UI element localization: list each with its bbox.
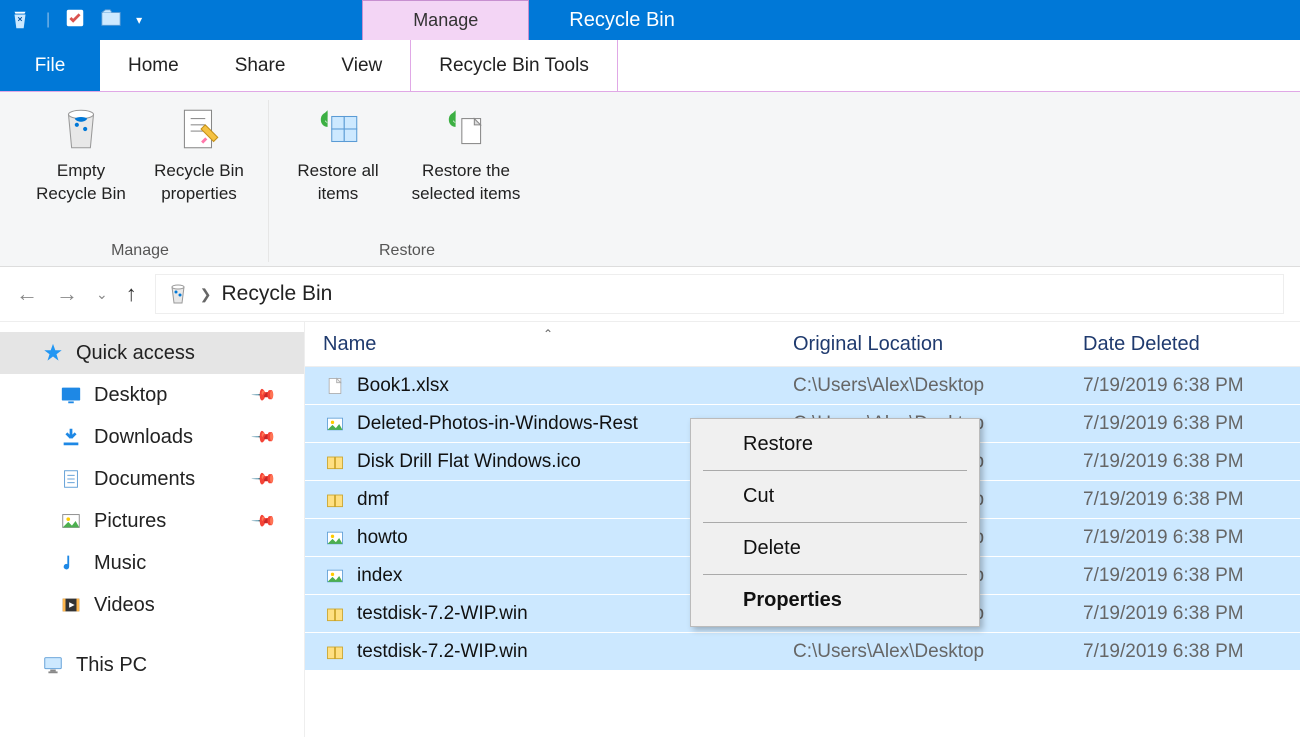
recycle-bin-icon <box>0 9 40 31</box>
pin-icon: 📌 <box>250 465 278 493</box>
file-original-location: C:\Users\Alex\Desktop <box>793 641 1083 663</box>
file-date-deleted: 7/19/2019 6:38 PM <box>1083 527 1244 549</box>
star-icon <box>42 342 64 364</box>
quick-access-toolbar: | ▾ <box>40 7 142 34</box>
sidebar-item-desktop[interactable]: Desktop 📌 <box>0 374 304 416</box>
recycle-bin-breadcrumb-icon <box>166 282 190 306</box>
sort-indicator-icon: ⌃ <box>543 327 553 341</box>
restore-selected-items-button[interactable]: Restore the selected items <box>401 100 531 240</box>
restore-all-items-button[interactable]: Restore all items <box>283 100 393 240</box>
restore-all-items-label: Restore all items <box>283 160 393 206</box>
forward-button[interactable]: → <box>56 281 78 307</box>
title-bar: | ▾ Manage Recycle Bin <box>0 0 1300 40</box>
navigation-pane: Quick access Desktop 📌 Downloads 📌 Docum… <box>0 322 305 737</box>
ribbon: Empty Recycle Bin Recycle Bin properties… <box>0 92 1300 267</box>
navigation-bar: ← → ⌄ ↑ ❯ Recycle Bin <box>0 267 1300 322</box>
documents-icon <box>60 468 82 490</box>
ribbon-group-manage-title: Manage <box>111 242 169 262</box>
downloads-icon <box>60 426 82 448</box>
sidebar-item-quick-access[interactable]: Quick access <box>0 332 304 374</box>
sidebar-music-label: Music <box>94 552 146 575</box>
qat-dropdown-icon[interactable]: ▾ <box>136 13 142 27</box>
videos-icon <box>60 594 82 616</box>
file-date-deleted: 7/19/2019 6:38 PM <box>1083 413 1244 435</box>
recycle-bin-properties-button[interactable]: Recycle Bin properties <box>144 100 254 240</box>
file-type-icon <box>323 604 347 624</box>
sidebar-item-pictures[interactable]: Pictures 📌 <box>0 500 304 542</box>
sidebar-item-downloads[interactable]: Downloads 📌 <box>0 416 304 458</box>
sidebar-quick-access-label: Quick access <box>76 342 195 365</box>
properties-qat-icon[interactable] <box>64 7 86 34</box>
file-date-deleted: 7/19/2019 6:38 PM <box>1083 375 1244 397</box>
file-name: Book1.xlsx <box>357 375 793 397</box>
music-icon <box>60 552 82 574</box>
ribbon-group-restore-title: Restore <box>379 242 435 262</box>
sidebar-videos-label: Videos <box>94 594 155 617</box>
context-menu: Restore Cut Delete Properties <box>690 418 980 627</box>
ribbon-tabs: File Home Share View Recycle Bin Tools <box>0 40 1300 92</box>
ribbon-group-restore: Restore all items Restore the selected i… <box>269 100 545 262</box>
file-type-icon <box>323 452 347 472</box>
file-date-deleted: 7/19/2019 6:38 PM <box>1083 451 1244 473</box>
empty-recycle-bin-label: Empty Recycle Bin <box>26 160 136 206</box>
context-menu-restore[interactable]: Restore <box>691 419 979 470</box>
pin-icon: 📌 <box>250 381 278 409</box>
context-menu-properties[interactable]: Properties <box>691 575 979 626</box>
tab-home[interactable]: Home <box>100 40 207 91</box>
file-type-icon <box>323 528 347 548</box>
qat-separator-icon: | <box>46 11 50 29</box>
file-date-deleted: 7/19/2019 6:38 PM <box>1083 641 1244 663</box>
column-header-original-location[interactable]: Original Location <box>793 333 1083 356</box>
restore-selected-items-label: Restore the selected items <box>401 160 531 206</box>
context-tab-header[interactable]: Manage <box>362 0 529 40</box>
up-button[interactable]: ↑ <box>126 281 137 307</box>
sidebar-pictures-label: Pictures <box>94 510 166 533</box>
pictures-icon <box>60 510 82 532</box>
sidebar-documents-label: Documents <box>94 468 195 491</box>
sidebar-desktop-label: Desktop <box>94 384 167 407</box>
column-headers: Name ⌃ Original Location Date Deleted <box>305 322 1300 367</box>
file-row[interactable]: Book1.xlsxC:\Users\Alex\Desktop7/19/2019… <box>305 367 1300 405</box>
sidebar-item-music[interactable]: Music <box>0 542 304 584</box>
back-button[interactable]: ← <box>16 281 38 307</box>
file-date-deleted: 7/19/2019 6:38 PM <box>1083 565 1244 587</box>
content-area: Quick access Desktop 📌 Downloads 📌 Docum… <box>0 322 1300 737</box>
new-folder-qat-icon[interactable] <box>100 7 122 34</box>
sidebar-item-videos[interactable]: Videos <box>0 584 304 626</box>
column-header-date-deleted[interactable]: Date Deleted <box>1083 333 1300 356</box>
context-menu-delete[interactable]: Delete <box>691 523 979 574</box>
file-date-deleted: 7/19/2019 6:38 PM <box>1083 489 1244 511</box>
breadcrumb-separator-icon: ❯ <box>200 286 212 303</box>
file-row[interactable]: testdisk-7.2-WIP.winC:\Users\Alex\Deskto… <box>305 633 1300 671</box>
tab-share[interactable]: Share <box>207 40 314 91</box>
file-type-icon <box>323 490 347 510</box>
sidebar-item-documents[interactable]: Documents 📌 <box>0 458 304 500</box>
pin-icon: 📌 <box>250 507 278 535</box>
file-date-deleted: 7/19/2019 6:38 PM <box>1083 603 1244 625</box>
desktop-icon <box>60 384 82 406</box>
pin-icon: 📌 <box>250 423 278 451</box>
tab-file[interactable]: File <box>0 40 100 91</box>
sidebar-downloads-label: Downloads <box>94 426 193 449</box>
breadcrumb-location[interactable]: Recycle Bin <box>221 282 332 306</box>
ribbon-group-manage: Empty Recycle Bin Recycle Bin properties… <box>12 100 269 262</box>
file-type-icon <box>323 376 347 396</box>
file-type-icon <box>323 642 347 662</box>
file-type-icon <box>323 566 347 586</box>
file-original-location: C:\Users\Alex\Desktop <box>793 375 1083 397</box>
column-header-name[interactable]: Name ⌃ <box>323 333 793 356</box>
recycle-bin-properties-label: Recycle Bin properties <box>144 160 254 206</box>
sidebar-item-this-pc[interactable]: This PC <box>0 644 304 686</box>
context-menu-cut[interactable]: Cut <box>691 471 979 522</box>
sidebar-this-pc-label: This PC <box>76 654 147 677</box>
empty-recycle-bin-button[interactable]: Empty Recycle Bin <box>26 100 136 240</box>
tab-view[interactable]: View <box>313 40 410 91</box>
window-title: Recycle Bin <box>569 9 675 32</box>
address-bar[interactable]: ❯ Recycle Bin <box>155 274 1284 314</box>
file-name: testdisk-7.2-WIP.win <box>357 641 793 663</box>
recent-dropdown-icon[interactable]: ⌄ <box>96 286 108 303</box>
file-type-icon <box>323 414 347 434</box>
tab-recycle-bin-tools[interactable]: Recycle Bin Tools <box>410 40 618 91</box>
this-pc-icon <box>42 654 64 676</box>
